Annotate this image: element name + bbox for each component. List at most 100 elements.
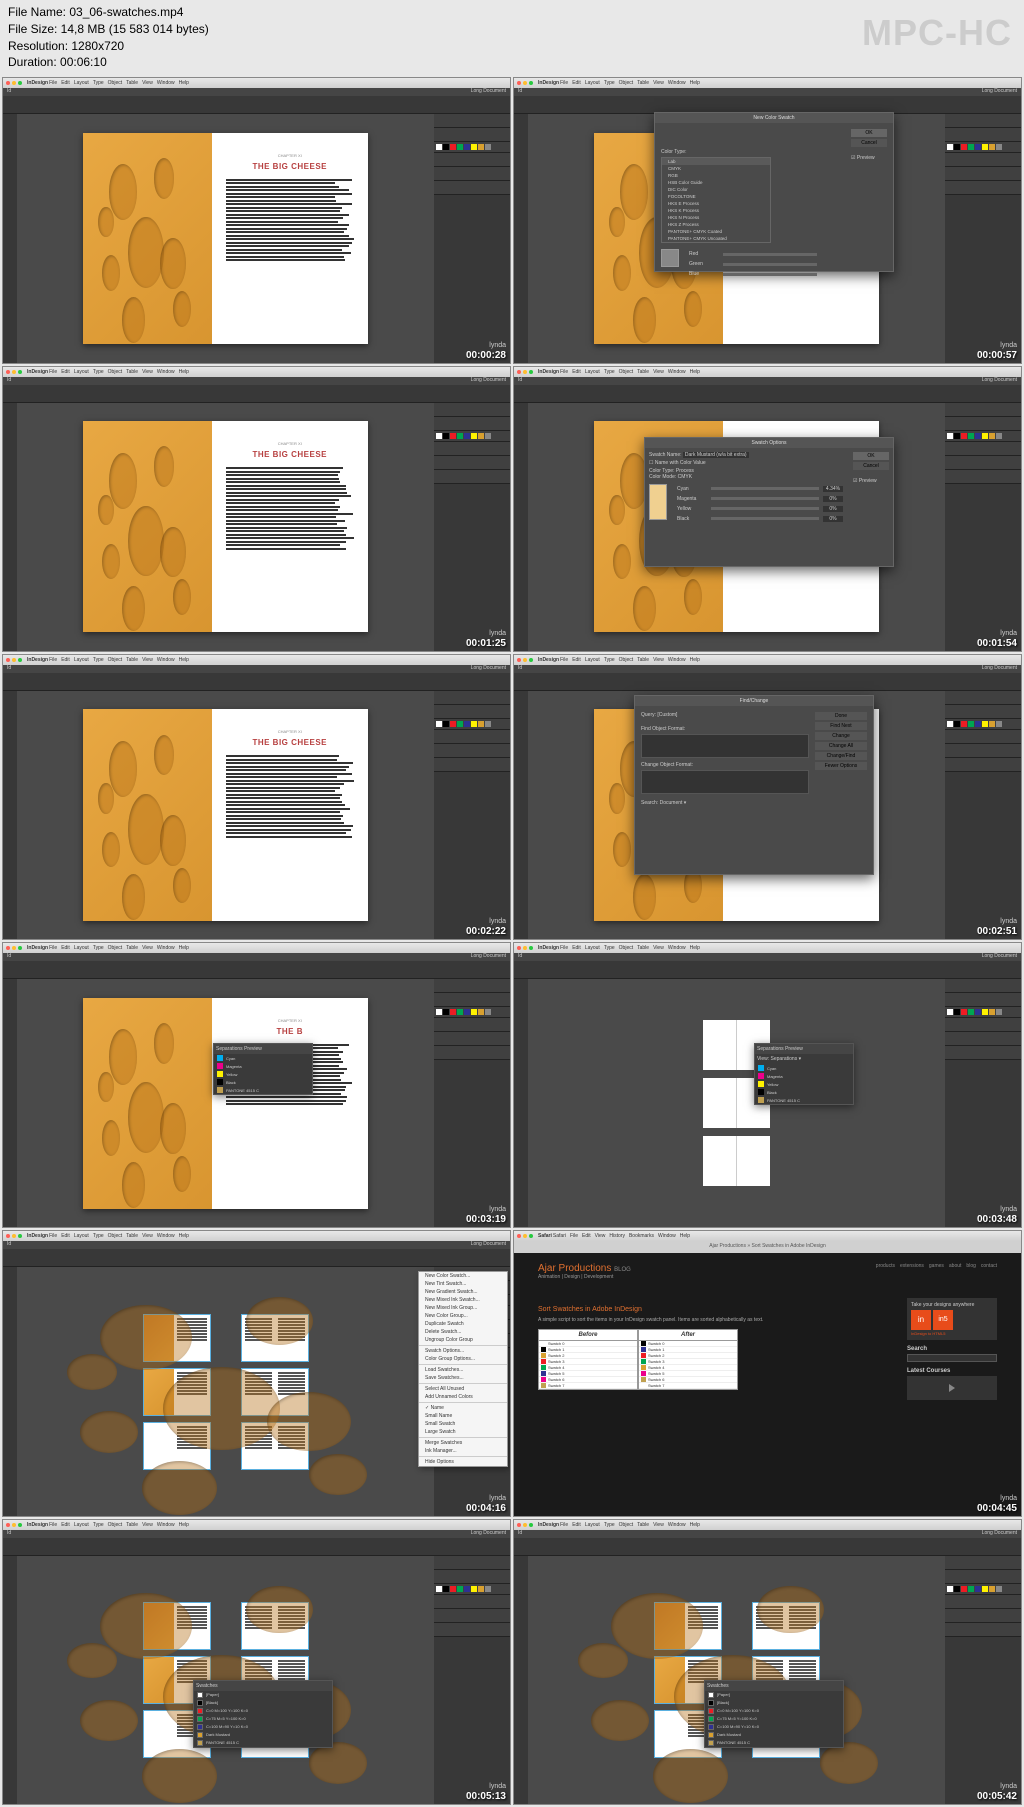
tools-panel[interactable]: [3, 1267, 17, 1515]
mac-menubar: InDesign FileEditLayoutTypeObjectTableVi…: [514, 367, 1021, 377]
tools-panel[interactable]: [3, 114, 17, 362]
panels-dock[interactable]: [434, 979, 510, 1227]
timestamp: 00:05:42: [977, 1791, 1017, 1802]
page-left-cheese: [83, 421, 211, 632]
panels-dock[interactable]: [945, 114, 1021, 362]
tools-panel[interactable]: [3, 1556, 17, 1804]
mac-menubar: Safari SafariFileEditViewHistoryBookmark…: [514, 1231, 1021, 1241]
swatches-context-menu[interactable]: New Color Swatch...New Tint Swatch...New…: [418, 1271, 508, 1467]
toolbar[interactable]: [3, 385, 510, 403]
timestamp: 00:03:48: [977, 1214, 1017, 1225]
thumbnail-000154[interactable]: InDesign FileEditLayoutTypeObjectTableVi…: [513, 366, 1022, 652]
panels-dock[interactable]: [434, 403, 510, 651]
mac-menubar: InDesign FileEditLayoutTypeObjectTableVi…: [514, 943, 1021, 953]
tools-panel[interactable]: [3, 691, 17, 939]
thumbnail-000028[interactable]: InDesign FileEditLayoutTypeObjectTableVi…: [2, 77, 511, 363]
separations-panel[interactable]: Separations Preview View: Separations ▾ …: [754, 1043, 854, 1105]
find-change-dialog[interactable]: Find/Change Query: [Custom] Find Object …: [634, 695, 874, 875]
canvas[interactable]: CHAPTER XI THE BIG CHEESE: [17, 114, 434, 362]
lynda-watermark: lynda: [1000, 918, 1017, 925]
mac-menubar: InDesign FileEditLayoutTypeObjectTableVi…: [3, 1231, 510, 1241]
app-window: IdLong Document Separations Preview View…: [514, 953, 1021, 1227]
canvas[interactable]: [528, 979, 945, 1227]
tools-panel[interactable]: [3, 403, 17, 651]
timestamp: 00:01:25: [466, 638, 506, 649]
canvas[interactable]: CHAPTER XI THE BIG CHEESE: [17, 691, 434, 939]
app-window: IdLong Document CHAPTER XI THE BIG CHEES…: [3, 88, 510, 362]
toolbar[interactable]: [514, 961, 1021, 979]
app-window: IdLong Document New Color Swatch...New T…: [3, 1241, 510, 1515]
lynda-watermark: lynda: [489, 630, 506, 637]
toolbar[interactable]: [3, 96, 510, 114]
page-left-cheese: [83, 133, 211, 344]
thumbnail-grid: InDesign FileEditLayoutTypeObjectTableVi…: [0, 75, 1024, 1807]
thumbnail-000513[interactable]: InDesign FileEditLayoutTypeObjectTableVi…: [2, 1519, 511, 1805]
thumbnail-000445[interactable]: Safari SafariFileEditViewHistoryBookmark…: [513, 1230, 1022, 1516]
app-window: IdLong Document Swatches [Paper][Black]C…: [514, 1530, 1021, 1804]
panels-dock[interactable]: [945, 403, 1021, 651]
document-spread: CHAPTER XI THE BIG CHEESE: [83, 421, 368, 632]
thumbnail-000057[interactable]: InDesign FileEditLayoutTypeObjectTableVi…: [513, 77, 1022, 363]
mac-menubar: InDesign FileEditLayoutTypeObjectTableVi…: [3, 78, 510, 88]
toolbar[interactable]: [3, 1538, 510, 1556]
toolbar[interactable]: [3, 961, 510, 979]
toolbar[interactable]: [514, 1538, 1021, 1556]
thumbnail-000348[interactable]: InDesign FileEditLayoutTypeObjectTableVi…: [513, 942, 1022, 1228]
mac-menubar: InDesign FileEditLayoutTypeObjectTableVi…: [514, 655, 1021, 665]
document-spread: CHAPTER XI THE BIG CHEESE: [83, 709, 368, 920]
article-title: Sort Swatches in Adobe InDesign: [538, 1306, 887, 1313]
new-swatch-dialog[interactable]: New Color Swatch Color Type: LabCMYKRGBH…: [654, 112, 894, 272]
layout-view: [143, 1314, 309, 1470]
thumbnail-000125[interactable]: InDesign FileEditLayoutTypeObjectTableVi…: [2, 366, 511, 652]
panels-dock[interactable]: [434, 114, 510, 362]
toolbar[interactable]: [514, 673, 1021, 691]
file-info-header: File Name: 03_06-swatches.mp4 File Size:…: [0, 0, 1024, 75]
mac-menubar: InDesign FileEditLayoutTypeObjectTableVi…: [3, 655, 510, 665]
panels-dock[interactable]: [945, 691, 1021, 939]
thumbnail-000416[interactable]: InDesign FileEditLayoutTypeObjectTableVi…: [2, 1230, 511, 1516]
mac-menubar: InDesign FileEditLayoutTypeObjectTableVi…: [3, 943, 510, 953]
timestamp: 00:05:13: [466, 1791, 506, 1802]
timestamp: 00:00:28: [466, 350, 506, 361]
mac-menubar: InDesign FileEditLayoutTypeObjectTableVi…: [3, 367, 510, 377]
timestamp: 00:01:54: [977, 638, 1017, 649]
timestamp: 00:04:16: [466, 1503, 506, 1514]
lynda-watermark: lynda: [1000, 1783, 1017, 1790]
page-right: CHAPTER XI THE BIG CHEESE: [212, 421, 368, 632]
toolbar[interactable]: [3, 1249, 510, 1267]
lynda-watermark: lynda: [1000, 342, 1017, 349]
swatch-options-dialog[interactable]: Swatch Options Swatch Name: Dark Mustard…: [644, 437, 894, 567]
canvas[interactable]: CHAPTER XITHE B: [17, 979, 434, 1227]
thumbnail-000251[interactable]: InDesign FileEditLayoutTypeObjectTableVi…: [513, 654, 1022, 940]
tools-panel[interactable]: [514, 403, 528, 651]
panels-dock[interactable]: [945, 1556, 1021, 1804]
toolbar[interactable]: [3, 673, 510, 691]
tools-panel[interactable]: [514, 691, 528, 939]
tools-panel[interactable]: [514, 979, 528, 1227]
canvas[interactable]: CHAPTER XI THE BIG CHEESE: [17, 403, 434, 651]
panels-dock[interactable]: [434, 1556, 510, 1804]
swatches-panel[interactable]: Swatches [Paper][Black]C=0 M=100 Y=100 K…: [193, 1680, 333, 1748]
swatches-panel[interactable]: Swatches [Paper][Black]C=0 M=100 Y=100 K…: [704, 1680, 844, 1748]
panels-dock[interactable]: [945, 979, 1021, 1227]
canvas[interactable]: [17, 1267, 434, 1515]
mac-menubar: InDesign FileEditLayoutTypeObjectTableVi…: [3, 1520, 510, 1530]
tools-panel[interactable]: [3, 979, 17, 1227]
page-left-cheese: [83, 709, 211, 920]
lynda-watermark: lynda: [1000, 1495, 1017, 1502]
separations-panel[interactable]: Separations Preview CyanMagentaYellowBla…: [213, 1043, 313, 1095]
mac-menubar: InDesign FileEditLayoutTypeObjectTableVi…: [514, 1520, 1021, 1530]
panels-dock[interactable]: [434, 691, 510, 939]
lynda-watermark: lynda: [489, 342, 506, 349]
thumbnail-000319[interactable]: InDesign FileEditLayoutTypeObjectTableVi…: [2, 942, 511, 1228]
thumbnail-000222[interactable]: InDesign FileEditLayoutTypeObjectTableVi…: [2, 654, 511, 940]
toolbar[interactable]: [514, 385, 1021, 403]
lynda-watermark: lynda: [489, 1783, 506, 1790]
app-window: IdLong Document Swatches [Paper][Black]C…: [3, 1530, 510, 1804]
thumbnail-000542[interactable]: InDesign FileEditLayoutTypeObjectTableVi…: [513, 1519, 1022, 1805]
tools-panel[interactable]: [514, 1556, 528, 1804]
tools-panel[interactable]: [514, 114, 528, 362]
lynda-watermark: lynda: [489, 1206, 506, 1213]
browser-chrome[interactable]: Ajar Productions » Sort Swatches in Adob…: [514, 1241, 1021, 1253]
page-right: CHAPTER XI THE BIG CHEESE: [212, 709, 368, 920]
